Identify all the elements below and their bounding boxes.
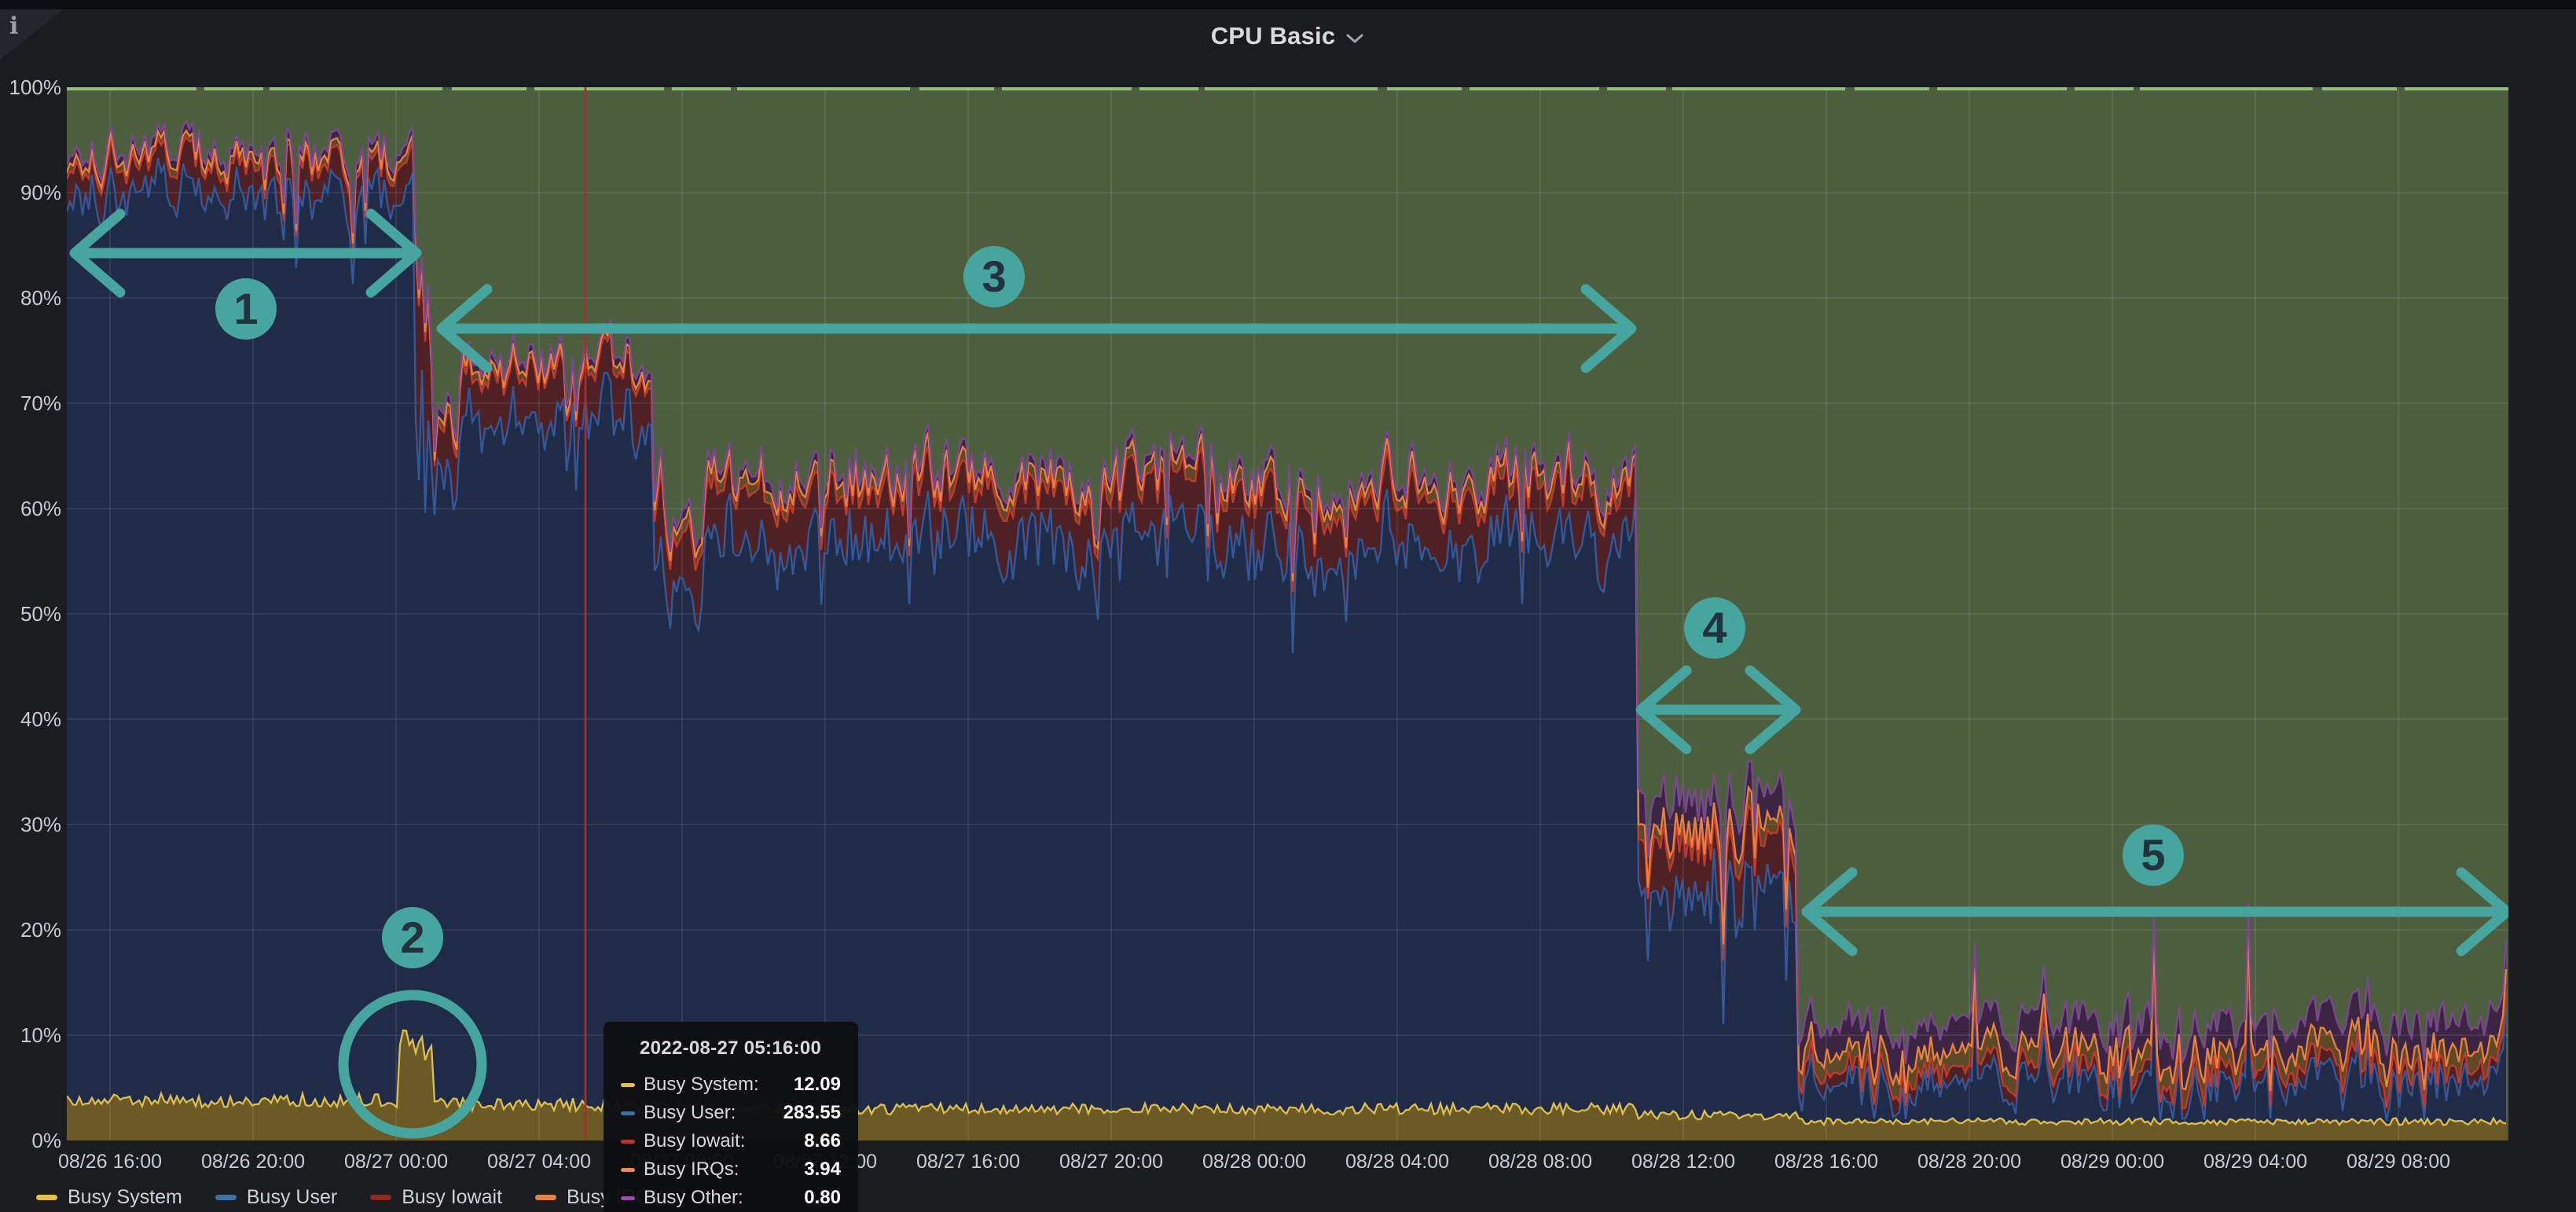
annotation-badge-number-2: 2 — [400, 913, 424, 962]
panel-header: CPU Basic — [0, 19, 2576, 53]
legend-series-swatch — [215, 1195, 237, 1200]
tooltip-series-swatch — [621, 1196, 635, 1200]
tooltip-row: Busy System:12.09 — [621, 1071, 841, 1099]
legend-series-label: Busy Iowait — [402, 1185, 502, 1209]
legend-series-swatch — [36, 1195, 57, 1200]
chevron-down-icon[interactable] — [1345, 31, 1365, 46]
y-tick-label: 60% — [0, 496, 61, 521]
grafana-panel: { "panel": { "title": "CPU Basic", "info… — [0, 0, 2576, 1212]
x-tick-label: 08/28 04:00 — [1326, 1150, 1469, 1173]
tooltip-series-label: Busy Other: — [644, 1187, 804, 1209]
x-tick-label: 08/26 20:00 — [182, 1150, 325, 1173]
tooltip-series-label: Busy Iowait: — [644, 1130, 804, 1152]
tooltip-series-value: 283.55 — [783, 1102, 841, 1124]
tooltip-series-swatch — [621, 1083, 635, 1087]
x-tick-label: 08/28 16:00 — [1755, 1150, 1898, 1173]
tooltip-row: Busy User:283.55 — [621, 1099, 841, 1127]
y-tick-label: 90% — [0, 180, 61, 205]
y-tick-label: 10% — [0, 1023, 61, 1048]
window-top-strip — [0, 0, 2576, 9]
x-tick-label: 08/27 00:00 — [325, 1150, 468, 1173]
x-tick-label: 08/28 08:00 — [1469, 1150, 1612, 1173]
legend-series-label: Busy User — [247, 1185, 337, 1209]
y-tick-label: 50% — [0, 601, 61, 626]
cpu-usage-chart[interactable]: 1 2 3 4 5 — [67, 87, 2508, 1140]
y-tick-label: 80% — [0, 285, 61, 310]
x-tick-label: 08/26 16:00 — [39, 1150, 182, 1173]
tooltip-series-swatch — [621, 1111, 635, 1115]
x-tick-label: 08/29 08:00 — [2327, 1150, 2470, 1173]
tooltip-row: Busy IRQs:3.94 — [621, 1155, 841, 1184]
y-tick-label: 70% — [0, 391, 61, 416]
legend-item-busy-user[interactable]: Busy User — [215, 1185, 337, 1209]
x-tick-label: 08/28 20:00 — [1898, 1150, 2041, 1173]
tooltip-row: Busy Iowait:8.66 — [621, 1127, 841, 1155]
tooltip-series-label: Busy IRQs: — [644, 1159, 804, 1181]
x-tick-label: 08/29 04:00 — [2184, 1150, 2327, 1173]
tooltip-series-label: Busy System: — [644, 1074, 794, 1096]
legend-item-busy-system[interactable]: Busy System — [36, 1185, 182, 1209]
y-tick-label: 100% — [0, 75, 61, 100]
y-tick-label: 40% — [0, 707, 61, 732]
tooltip-series-swatch — [621, 1140, 635, 1144]
x-tick-label: 08/27 16:00 — [897, 1150, 1040, 1173]
tooltip-series-swatch — [621, 1168, 635, 1172]
annotation-badge-number-1: 1 — [233, 284, 258, 333]
x-tick-label: 08/28 00:00 — [1183, 1150, 1326, 1173]
legend-item-busy-iowait[interactable]: Busy Iowait — [370, 1185, 502, 1209]
legend: Busy SystemBusy UserBusy IowaitBusy IRQs — [36, 1185, 661, 1209]
x-tick-label: 08/29 00:00 — [2041, 1150, 2184, 1173]
chart-tooltip: 2022-08-27 05:16:00 Busy System:12.09Bus… — [604, 1022, 858, 1212]
legend-series-swatch — [370, 1195, 391, 1200]
tooltip-row: Busy Other:0.80 — [621, 1184, 841, 1212]
info-icon[interactable]: i — [9, 13, 18, 40]
x-tick-label: 08/27 20:00 — [1040, 1150, 1183, 1173]
tooltip-series-label: Busy User: — [644, 1102, 783, 1124]
annotation-badge-number-4: 4 — [1702, 603, 1727, 652]
annotation-badge-number-5: 5 — [2141, 830, 2165, 880]
tooltip-series-value: 0.80 — [804, 1187, 841, 1209]
legend-series-label: Busy System — [68, 1185, 182, 1209]
tooltip-series-value: 8.66 — [804, 1130, 841, 1152]
y-tick-label: 30% — [0, 812, 61, 837]
tooltip-timestamp: 2022-08-27 05:16:00 — [640, 1038, 841, 1060]
annotation-badge-number-3: 3 — [982, 252, 1006, 301]
x-tick-label: 08/27 04:00 — [468, 1150, 611, 1173]
tooltip-series-value: 12.09 — [794, 1074, 841, 1096]
y-tick-label: 20% — [0, 917, 61, 942]
x-tick-label: 08/28 12:00 — [1612, 1150, 1755, 1173]
panel-title[interactable]: CPU Basic — [1211, 22, 1336, 50]
tooltip-series-value: 3.94 — [804, 1159, 841, 1181]
legend-series-swatch — [535, 1195, 556, 1200]
